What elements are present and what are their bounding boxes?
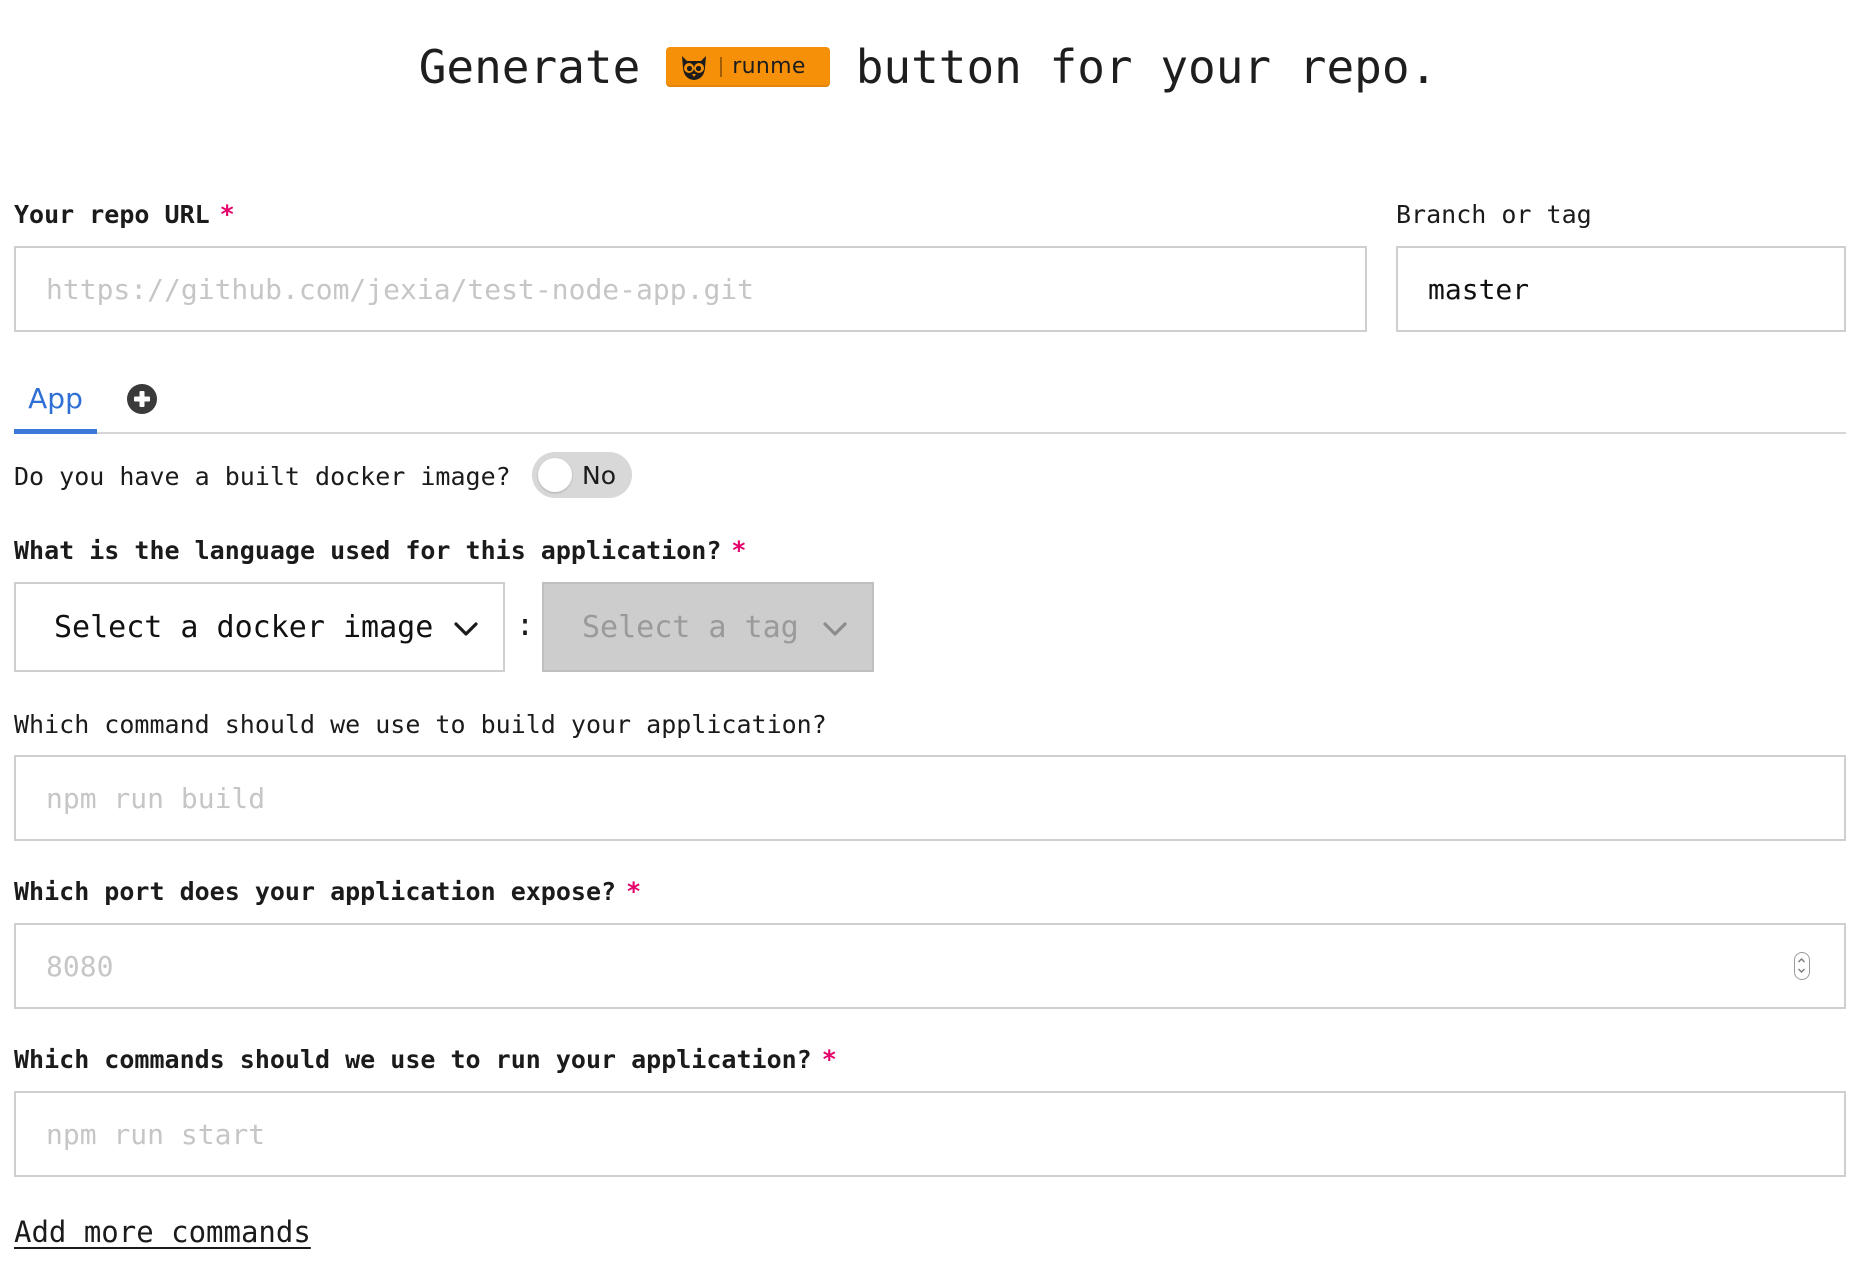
add-more-commands-link[interactable]: Add more commands: [14, 1215, 311, 1249]
run-commands-label: Which commands should we use to run your…: [14, 1045, 837, 1074]
repo-url-label-text: Your repo URL: [14, 200, 210, 229]
branch-label: Branch or tag: [1396, 200, 1592, 229]
badge-label: runme: [732, 54, 806, 79]
docker-image-question: Do you have a built docker image?: [14, 462, 511, 491]
runme-badge: runme: [666, 47, 830, 87]
required-mark: *: [731, 536, 747, 565]
required-mark: *: [219, 200, 235, 229]
required-mark: *: [626, 877, 642, 906]
language-label-text: What is the language used for this appli…: [14, 536, 722, 565]
chevron-down-icon: [454, 622, 478, 636]
run-command-input[interactable]: [14, 1091, 1846, 1177]
branch-input[interactable]: [1396, 246, 1846, 332]
title-prefix: Generate: [418, 40, 641, 94]
docker-image-select-value: Select a docker image: [54, 609, 434, 645]
required-mark: *: [821, 1045, 837, 1074]
chevron-down-icon: [823, 622, 847, 636]
app-tabs: App: [14, 364, 1846, 434]
plus-circle-icon[interactable]: [127, 384, 157, 414]
run-commands-label-text: Which commands should we use to run your…: [14, 1045, 812, 1074]
title-suffix: button for your repo.: [855, 40, 1438, 94]
stepper-arrows-icon: [1798, 958, 1805, 973]
port-input[interactable]: [14, 923, 1846, 1009]
tag-select[interactable]: Select a tag: [542, 582, 874, 672]
language-label: What is the language used for this appli…: [14, 536, 746, 565]
tag-select-value: Select a tag: [582, 609, 799, 645]
port-label-text: Which port does your application expose?: [14, 877, 617, 906]
docker-image-select[interactable]: Select a docker image: [14, 582, 505, 672]
repo-url-label: Your repo URL *: [14, 200, 235, 229]
tab-app[interactable]: App: [14, 364, 97, 434]
toggle-knob: [538, 458, 572, 492]
build-command-input[interactable]: [14, 755, 1846, 841]
repo-url-input[interactable]: [14, 246, 1367, 332]
page-title: Generate runme button for your repo.: [0, 44, 1856, 90]
image-tag-separator: :: [516, 608, 535, 643]
page: Generate runme button for your repo. You…: [0, 0, 1856, 1279]
port-label: Which port does your application expose?…: [14, 877, 641, 906]
build-command-label: Which command should we use to build you…: [14, 710, 827, 739]
owl-icon: [682, 56, 707, 80]
badge-divider: [720, 57, 723, 77]
toggle-label: No: [582, 461, 616, 490]
docker-image-toggle[interactable]: No: [532, 452, 632, 498]
port-stepper[interactable]: [1794, 952, 1810, 980]
